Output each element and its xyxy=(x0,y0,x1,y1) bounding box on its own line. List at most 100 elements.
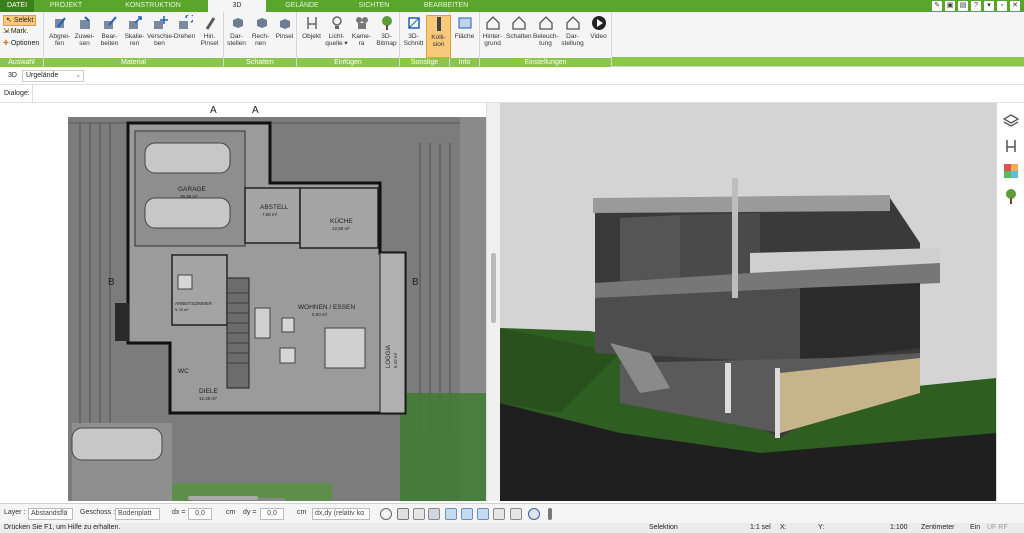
help-icon[interactable]: ? xyxy=(971,1,981,11)
hintergrund-button[interactable]: Hinter- grund xyxy=(480,15,505,47)
grid-icon[interactable] xyxy=(510,508,522,520)
dx-label: dx = xyxy=(172,509,186,516)
hin-pinsel-button[interactable]: Hin. Pinsel xyxy=(197,15,222,47)
room-label-wohnen: WOHNEN / ESSEN xyxy=(298,304,355,311)
layer-value: Abstandsflä xyxy=(31,510,68,517)
room-area-diele: 12,45 m² xyxy=(199,396,217,401)
drehen-button[interactable]: Drehen xyxy=(172,15,197,40)
terrain-value: Urgelände xyxy=(26,72,59,79)
selekt-button[interactable]: ↖ Selekt xyxy=(3,15,37,26)
status-bar: Drücken Sie F1, um Hilfe zu erhalten. Se… xyxy=(0,523,1024,533)
brush-icon xyxy=(102,15,118,31)
tree-icon[interactable] xyxy=(1003,188,1019,204)
abgreifen-button[interactable]: Abgrei- fen xyxy=(47,15,72,47)
video-button[interactable]: Video xyxy=(586,15,611,40)
hintergrund-label: Hinter- grund xyxy=(482,33,503,47)
splitter-grip[interactable] xyxy=(491,253,496,323)
flaeche-button[interactable]: Fläche xyxy=(452,15,477,40)
dy-input[interactable]: 0,0 xyxy=(260,508,284,520)
window-icon[interactable]: ▣ xyxy=(945,1,955,11)
verschieben-button[interactable]: Verschie- ben xyxy=(147,15,175,47)
zuweisen-button[interactable]: Zuwei- sen xyxy=(72,15,97,47)
geschoss-select[interactable]: Bodenplatt xyxy=(115,508,160,520)
lightbulb-icon xyxy=(329,15,345,31)
room-label-kueche: KÜCHE xyxy=(330,217,353,225)
document-icon[interactable] xyxy=(413,508,425,520)
room-area-kueche: 12,55 m² xyxy=(332,226,350,231)
snap-icon[interactable] xyxy=(428,508,440,520)
play-icon xyxy=(591,15,607,31)
drehen-label: Drehen xyxy=(173,33,196,40)
tab-sichten[interactable]: SICHTEN xyxy=(338,0,410,12)
group-schatten: Dar- stellen Rech- nen Pinsel Schatten xyxy=(224,12,297,67)
mark-button[interactable]: ⇲ Mark. xyxy=(3,27,28,36)
split-handle[interactable] xyxy=(486,103,500,501)
room-label-arbeitszimmer: ARBEITSZIMMER xyxy=(175,301,213,306)
minimize-icon[interactable]: ▾ xyxy=(984,1,994,11)
layers-icon[interactable] xyxy=(1002,113,1020,129)
palette-icon[interactable] xyxy=(1003,163,1019,179)
clock-icon[interactable] xyxy=(380,508,392,520)
bottom-toolbar: Layer : Abstandsflä Geschoss : Bodenplat… xyxy=(0,503,1024,523)
layer-stack-icon[interactable] xyxy=(493,508,505,520)
house-light-icon xyxy=(538,15,554,31)
house-display-icon xyxy=(565,15,581,31)
tab-projekt[interactable]: PROJEKT xyxy=(34,0,98,12)
3d-bitmap-button[interactable]: 3D- Bitmap xyxy=(374,15,399,47)
wave-icon[interactable] xyxy=(461,508,473,520)
ribbon: ↖ Selekt ⇲ Mark. ✚ Optionen Auswahl Abgr… xyxy=(0,12,1024,67)
einst-schatten-button[interactable]: Schatten xyxy=(506,15,532,40)
close-icon[interactable]: ✕ xyxy=(1010,1,1020,11)
area-icon xyxy=(457,15,473,31)
pen-icon[interactable]: ✎ xyxy=(932,1,942,11)
tab-3d[interactable]: 3D xyxy=(208,0,266,12)
north-icon[interactable] xyxy=(528,508,540,520)
group-material: Abgrei- fen Zuwei- sen Bear- beiten Skal… xyxy=(44,12,224,67)
chevron-down-icon: ⌄ xyxy=(75,72,81,79)
room-area-arbeitszimmer: 5,78 m² xyxy=(175,307,189,312)
beleuchtung-button[interactable]: Beleuch- tung xyxy=(533,15,559,47)
tab-gelaende[interactable]: GELÄNDE xyxy=(266,0,338,12)
kamera-button[interactable]: Kame- ra xyxy=(349,15,374,47)
kollision-button[interactable]: Kolli- sion xyxy=(426,15,451,58)
tab-bearbeiten[interactable]: BEARBEITEN xyxy=(410,0,482,12)
schatten-pinsel-button[interactable]: Pinsel xyxy=(272,15,297,40)
floor-plan-view[interactable]: A A B B GARAGE 36,96 m² ABSTELL 7,06 m² … xyxy=(0,103,493,501)
dy-label: dy = xyxy=(243,509,257,516)
skalieren-button[interactable]: Skalie- ren xyxy=(122,15,147,47)
schatten-darstellen-button[interactable]: Dar- stellen xyxy=(224,15,249,47)
group-title: Auswahl xyxy=(0,58,43,67)
save-icon[interactable]: ▤ xyxy=(958,1,968,11)
lichtquelle-button[interactable]: Licht- quelle ▾ xyxy=(324,15,349,47)
coord-mode-value: dx,dy (relativ kα xyxy=(315,510,365,517)
monitor-icon[interactable] xyxy=(397,508,409,520)
diamond-icon[interactable] xyxy=(477,508,489,520)
dx-input[interactable]: 0,0 xyxy=(188,508,212,520)
bearbeiten-button[interactable]: Bear- beiten xyxy=(97,15,122,47)
3d-schnitt-button[interactable]: 3D- Schnitt xyxy=(401,15,426,47)
tree-icon xyxy=(379,15,395,31)
coord-mode-select[interactable]: dx,dy (relativ kα xyxy=(312,508,370,520)
horizontal-scrollbar[interactable] xyxy=(188,496,258,500)
darstellung-button[interactable]: Dar- stellung xyxy=(560,15,585,47)
curve-icon[interactable] xyxy=(445,508,457,520)
section-mark-b-left: B xyxy=(108,277,115,288)
3d-view[interactable] xyxy=(500,103,996,501)
room-label-diele: DIELE xyxy=(199,388,218,395)
room-label-abstell: ABSTELL xyxy=(260,204,289,211)
verschieben-label: Verschie- ben xyxy=(147,33,175,47)
group-sonstige: 3D- Schnitt Kolli- sion Sonstige xyxy=(400,12,451,67)
objekt-button[interactable]: Objekt xyxy=(299,15,324,40)
schatten-rechnen-button[interactable]: Rech- nen xyxy=(248,15,273,47)
room-area-loggia: 6,42 m² xyxy=(393,352,398,368)
terrain-select[interactable]: Urgelände ⌄ xyxy=(22,70,84,82)
floor-plan-drawing: A A B B GARAGE 36,96 m² ABSTELL 7,06 m² … xyxy=(0,103,493,501)
layer-select[interactable]: Abstandsflä xyxy=(28,508,73,520)
chair-icon[interactable] xyxy=(1003,138,1019,154)
optionen-button[interactable]: ✚ Optionen xyxy=(3,39,39,48)
room-area-abstell: 7,06 m² xyxy=(262,212,278,217)
restore-icon[interactable]: ▫ xyxy=(997,1,1007,11)
tab-datei[interactable]: DATEI xyxy=(0,0,34,12)
bearbeiten-label: Bear- beiten xyxy=(100,33,119,47)
tab-konstruktion[interactable]: KONSTRUKTION xyxy=(98,0,208,12)
